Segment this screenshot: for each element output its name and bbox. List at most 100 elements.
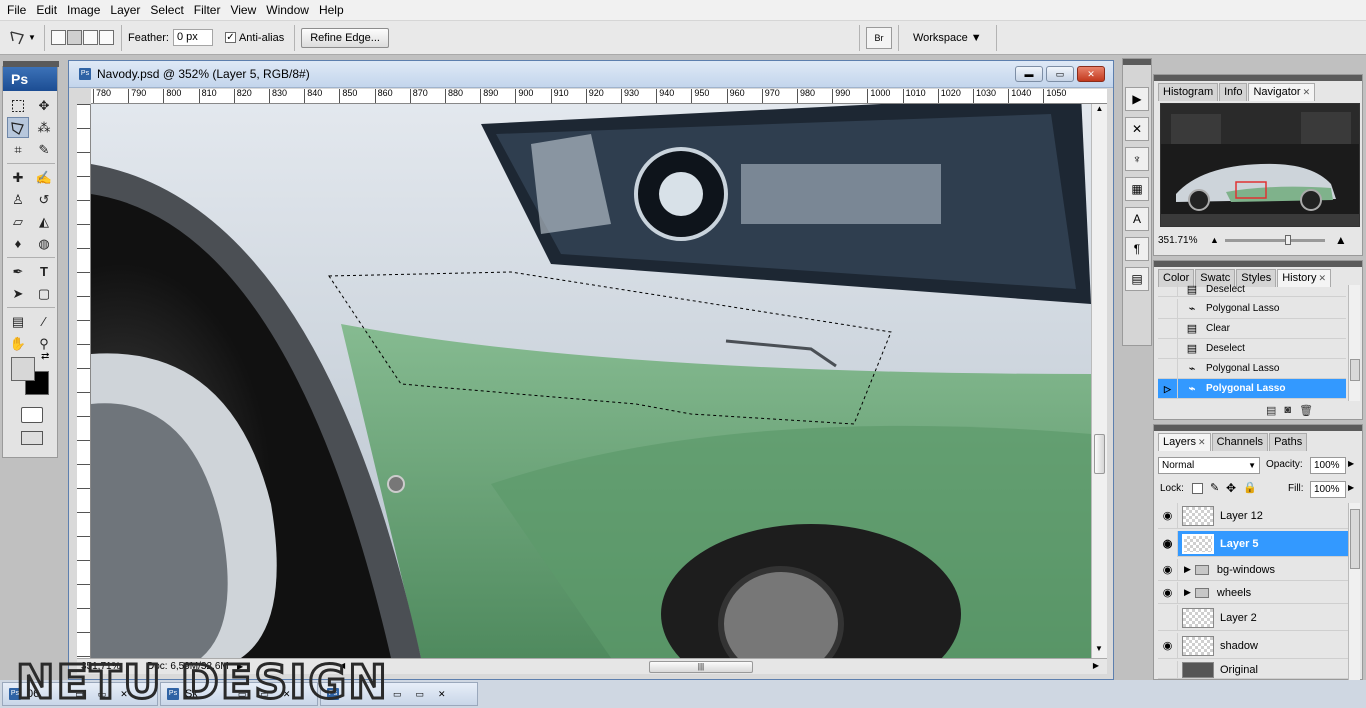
lock-position-icon[interactable]: ✥ [1226,481,1236,495]
tab-layers[interactable]: Layers ✕ [1158,433,1211,451]
history-snapshot-slot[interactable] [1158,282,1178,297]
scroll-up-arrow[interactable]: ▲ [1092,104,1107,118]
panel-grip[interactable] [1154,75,1362,81]
type-tool-icon[interactable]: T [33,261,55,282]
blend-mode-select[interactable]: Normal ▼ [1158,457,1260,474]
menu-view[interactable]: View [225,0,261,21]
trash-icon[interactable]: 🗑 [1299,404,1313,417]
layer-group-row[interactable]: ◉ ▶ bg-windows [1158,558,1348,581]
crop-tool-icon[interactable]: ⌗ [7,139,29,160]
minimize-button[interactable]: ▬ [1015,66,1043,82]
zoom-slider[interactable] [1224,234,1325,245]
close-icon[interactable]: ✕ [1303,87,1311,97]
fill-arrow-icon[interactable]: ▶ [1348,483,1354,492]
maximize-button[interactable]: ▭ [416,689,425,700]
tool-presets-icon[interactable]: ✕ [1125,117,1149,141]
subtract-selection-button[interactable] [83,30,98,45]
paragraph-icon[interactable]: ¶ [1125,237,1149,261]
menu-file[interactable]: File [2,0,31,21]
vertical-ruler[interactable] [77,104,91,658]
magic-wand-icon[interactable]: ⁂ [33,117,55,138]
bridge-icon[interactable]: Br [865,26,892,49]
lock-all-icon[interactable]: 🔒 [1243,481,1257,494]
tab-histogram[interactable]: Histogram [1158,83,1219,101]
close-button[interactable]: ✕ [1077,66,1105,82]
navigator-zoom-readout[interactable]: 351.71% [1158,235,1210,246]
panel-grip[interactable] [1154,261,1362,267]
history-scrollbar[interactable] [1348,285,1360,401]
zoom-in-icon[interactable]: ▲ [1335,233,1347,247]
eye-icon[interactable]: ◉ [1158,530,1178,557]
eye-off-slot[interactable] [1158,604,1178,631]
layer-row[interactable]: ◉ shadow [1158,632,1348,659]
move-tool-icon[interactable]: ✥ [33,95,55,116]
document-titlebar[interactable]: Ps Navody.psd @ 352% (Layer 5, RGB/8#) ▬… [69,61,1113,88]
history-item[interactable]: ▤ Deselect [1158,338,1346,359]
foreground-color-swatch[interactable] [11,357,35,381]
history-snapshot-slot[interactable] [1158,298,1178,319]
close-icon[interactable]: ✕ [1198,437,1206,447]
lock-image-icon[interactable]: ✎ [1210,481,1219,494]
opacity-input[interactable]: 100% [1310,457,1346,474]
tab-paths[interactable]: Paths [1269,433,1308,451]
notes-tool-icon[interactable]: ▤ [7,311,29,332]
quick-mask-icon[interactable] [21,407,43,423]
history-item-selected[interactable]: ▷ ⌁ Polygonal Lasso [1158,378,1346,399]
tab-navigator[interactable]: Navigator ✕ [1248,83,1316,101]
restore-button[interactable]: ▭ [393,689,402,700]
layer-row[interactable]: ◉ Layer 12 [1158,502,1348,529]
new-document-from-state-icon[interactable]: ▤ [1266,404,1276,417]
clone-source-icon[interactable]: ♆ [1125,147,1149,171]
eye-icon[interactable]: ◉ [1158,581,1178,604]
zoom-out-icon[interactable]: ▲ [1210,235,1219,245]
menu-window[interactable]: Window [261,0,314,21]
eye-off-slot[interactable] [1158,660,1178,679]
horizontal-ruler[interactable]: 780 790 800 810 820 830 840 850 860 870 880 890 900 9… [91,89,1107,104]
slice-tool-icon[interactable]: ✎ [33,139,55,160]
panel-grip[interactable] [3,61,59,67]
layer-row-selected[interactable]: ◉ Layer 5 [1158,530,1348,557]
shape-tool-icon[interactable]: ▢ [33,283,55,304]
actions-icon[interactable]: ▶ [1125,87,1149,111]
menu-edit[interactable]: Edit [31,0,62,21]
scroll-right-arrow[interactable]: ▶ [1093,661,1099,670]
layer-row[interactable]: Layer 2 [1158,604,1348,631]
tab-channels[interactable]: Channels [1211,433,1269,451]
new-selection-button[interactable] [51,30,66,45]
menu-layer[interactable]: Layer [105,0,145,21]
clone-stamp-icon[interactable]: ♙ [7,189,29,210]
new-snapshot-icon[interactable]: ◙ [1284,404,1291,416]
menu-help[interactable]: Help [314,0,349,21]
healing-brush-icon[interactable]: ✚ [7,167,29,188]
dodge-tool-icon[interactable]: ◍ [33,233,55,254]
menu-select[interactable]: Select [145,0,188,21]
tab-info[interactable]: Info [1219,83,1248,101]
history-snapshot-slot[interactable]: ▷ [1158,378,1178,399]
fill-input[interactable]: 100% [1310,481,1346,498]
refine-edge-button[interactable]: Refine Edge... [301,27,389,48]
history-item[interactable]: ⌁ Polygonal Lasso [1158,358,1346,379]
screen-mode-icon[interactable] [21,431,43,445]
history-snapshot-slot[interactable] [1158,318,1178,339]
feather-input[interactable]: 0 px [172,29,213,46]
history-snapshot-slot[interactable] [1158,338,1178,359]
scroll-thumb[interactable] [1094,434,1105,474]
navigator-preview[interactable] [1160,103,1360,227]
close-icon[interactable]: ✕ [1318,273,1326,283]
hand-tool-icon[interactable]: ✋ [7,333,29,354]
history-item[interactable]: ⌁ Polygonal Lasso [1158,298,1346,319]
zoom-slider-thumb[interactable] [1284,234,1291,245]
history-item[interactable]: ▤ Clear [1158,318,1346,339]
brush-tool-icon[interactable]: ✍ [33,167,55,188]
menu-filter[interactable]: Filter [189,0,226,21]
workspace-menu[interactable]: Workspace ▼ [905,32,990,44]
character-icon[interactable]: A [1125,207,1149,231]
close-button[interactable]: ✕ [438,689,446,700]
add-to-selection-button[interactable] [67,30,82,45]
eraser-tool-icon[interactable]: ▱ [7,211,29,232]
eye-icon[interactable]: ◉ [1158,558,1178,581]
scroll-thumb[interactable] [1350,509,1360,569]
tool-preset-picker[interactable]: ▼ [6,26,38,50]
history-snapshot-slot[interactable] [1158,358,1178,379]
layer-group-row[interactable]: ◉ ▶ wheels [1158,581,1348,604]
